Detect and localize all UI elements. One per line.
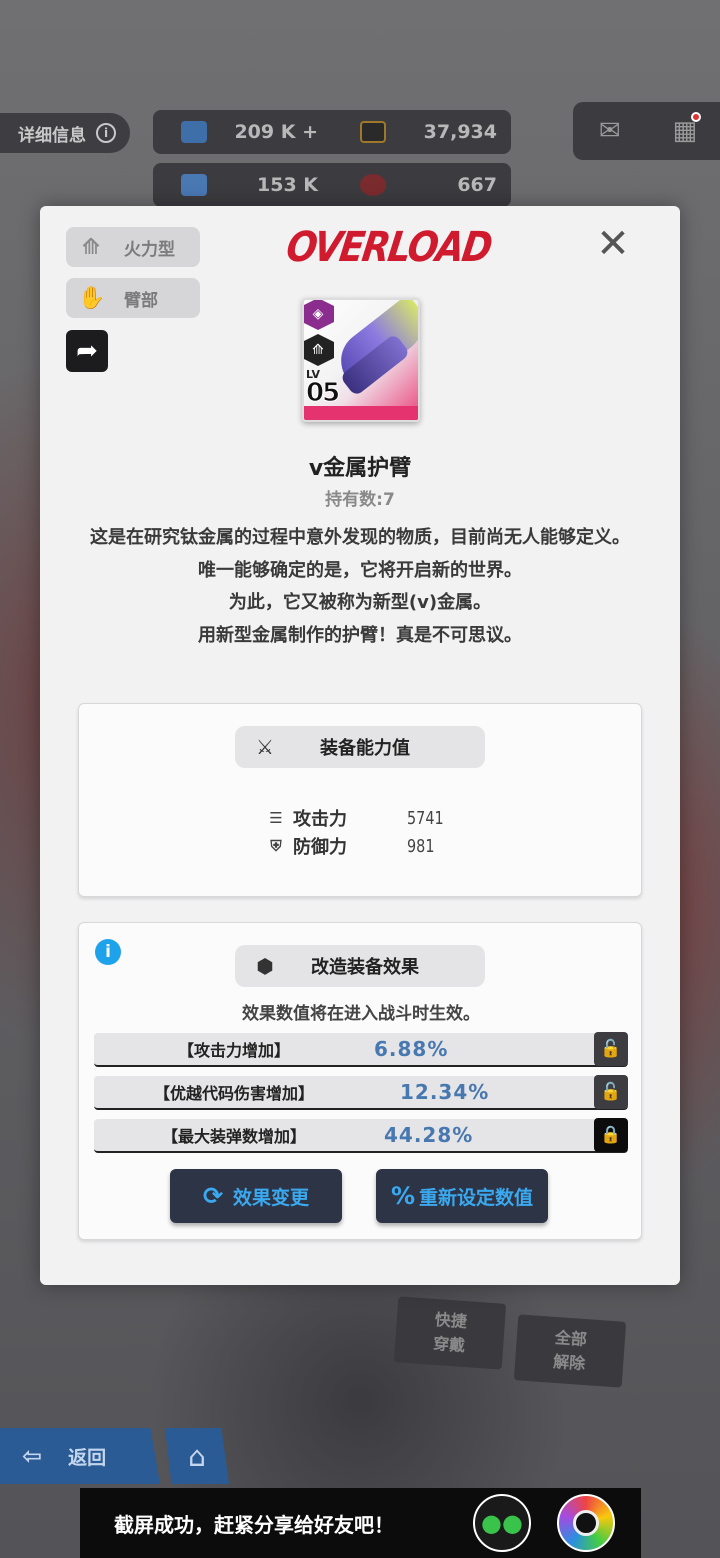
unequip-all-label: 全部 解除 (552, 1327, 588, 1374)
share-arrow-icon: ➦ (76, 336, 98, 366)
arm-part-icon: ✋ (78, 285, 106, 311)
cube-icon: ⬢ (256, 954, 274, 978)
resource-core[interactable]: 667 (332, 174, 511, 196)
stat-label: 攻击力 (293, 809, 347, 830)
resource-crystal[interactable]: 209 K + (153, 121, 332, 143)
effect-row: 【攻击力增加】 6.88% 🔓 (94, 1032, 628, 1067)
info-icon: i (96, 123, 116, 143)
gear-part-icon (181, 174, 207, 196)
core-icon (360, 174, 386, 196)
lock-icon[interactable]: 🔒 (594, 1118, 628, 1152)
mod-effects-panel: i ⬢ 改造装备效果 效果数值将在进入战斗时生效。 【攻击力增加】 6.88% … (78, 922, 642, 1240)
description-line: 唯一能够确定的是，它将开启新的世界。 (198, 559, 522, 581)
stat-row-defense: ⛨ 防御力 981 (263, 832, 463, 860)
description-line: 用新型金属制作的护臂！真是不可思议。 (198, 624, 522, 646)
change-effect-button[interactable]: ⟳ 效果变更 (170, 1169, 342, 1223)
quick-equip-button[interactable]: 快捷 穿戴 (393, 1296, 507, 1370)
attack-icon: ☰ (269, 809, 283, 827)
equip-stats-panel: ⚔ 装备能力值 ☰ 攻击力 5741 ⛨ 防御力 981 (78, 703, 642, 897)
tag-arm: ✋ 臂部 (66, 278, 200, 318)
tag-label: 火力型 (124, 239, 175, 260)
shield-icon: ⛨ (270, 837, 282, 855)
tag-firepower: ⟰ 火力型 (66, 227, 200, 267)
screenshot-toast: 截屏成功，赶紧分享给好友吧！ ●● (80, 1488, 641, 1558)
resource-ticket[interactable]: 37,934 (332, 121, 511, 143)
ticket-icon (360, 121, 386, 143)
quick-equip-label: 快捷 穿戴 (432, 1309, 468, 1356)
home-icon: ⌂ (188, 1439, 206, 1473)
share-button[interactable]: ➦ (66, 330, 108, 372)
unlock-icon[interactable]: 🔓 (594, 1032, 628, 1066)
reset-values-button[interactable]: % 重新设定数值 (376, 1169, 548, 1223)
detail-info-button[interactable]: 详细信息 i (0, 113, 130, 153)
effect-row: 【优越代码伤害增加】 12.34% 🔓 (94, 1075, 628, 1110)
refresh-icon: ⟳ (202, 1182, 224, 1210)
owned-count: 持有数:7 (325, 490, 395, 510)
effect-label: 【攻击力增加】 (177, 1041, 290, 1060)
home-button[interactable]: ⌂ (165, 1428, 229, 1484)
equipment-detail-modal: ⟰ 火力型 ✋ 臂部 ➦ OVERLOAD ✕ ◈ ⟰ LV 05 v金属护臂 … (40, 206, 680, 1285)
top-right-menu: ✉ ▦ (573, 102, 720, 160)
wechat-share-icon[interactable]: ●● (473, 1494, 531, 1552)
stat-value: 5741 (407, 807, 444, 829)
effect-row: 【最大装弹数增加】 44.28% 🔒 (94, 1118, 628, 1153)
unlock-icon[interactable]: 🔓 (594, 1075, 628, 1109)
level-value: 05 (305, 378, 340, 409)
item-name: v金属护臂 (308, 456, 412, 481)
change-effect-label: 效果变更 (233, 1186, 310, 1209)
back-button[interactable]: ⇦ 返回 (0, 1428, 160, 1484)
mod-effects-title: 改造装备效果 (311, 957, 419, 978)
effect-label: 【最大装弹数增加】 (161, 1127, 306, 1146)
equip-stats-header: ⚔ 装备能力值 (235, 726, 485, 768)
mail-icon[interactable]: ✉ (599, 116, 621, 146)
resource-value: 37,934 (423, 121, 497, 143)
percent-icon: % (390, 1182, 416, 1210)
tag-label: 臂部 (124, 290, 158, 311)
rarity-icon: ◈ (304, 300, 334, 330)
effect-value: 12.34% (400, 1080, 490, 1104)
firepower-type-icon: ⟰ (81, 234, 101, 260)
crossed-swords-icon: ⚔ (256, 735, 274, 759)
resource-bar-top: 209 K + 37,934 (153, 110, 511, 154)
notification-dot (691, 112, 701, 122)
mod-effects-note: 效果数值将在进入战斗时生效。 (242, 1004, 480, 1024)
crystal-icon (181, 121, 207, 143)
info-icon[interactable]: i (95, 939, 121, 965)
back-arrow-icon: ⇦ (22, 1442, 43, 1470)
reset-values-label: 重新设定数值 (419, 1186, 534, 1209)
stat-label: 防御力 (293, 837, 347, 858)
camera-share-icon[interactable] (557, 1494, 615, 1552)
unequip-all-button[interactable]: 全部 解除 (513, 1314, 627, 1388)
back-label: 返回 (68, 1446, 107, 1469)
effect-label: 【优越代码伤害增加】 (153, 1084, 314, 1103)
resource-value: 667 (457, 174, 497, 196)
effect-value: 6.88% (374, 1037, 449, 1061)
rarity-bar (304, 406, 418, 420)
effect-value: 44.28% (384, 1123, 474, 1147)
resource-value: 209 K + (234, 121, 318, 143)
close-button[interactable]: ✕ (594, 224, 632, 264)
resource-gear[interactable]: 153 K (153, 174, 332, 196)
overload-brand: OVERLOAD (283, 224, 494, 272)
equip-stats-title: 装备能力值 (320, 738, 410, 759)
detail-info-label: 详细信息 (18, 125, 86, 146)
stat-value: 981 (407, 835, 435, 857)
firepower-class-icon: ⟰ (304, 334, 334, 366)
resource-bar-bottom: 153 K 667 (153, 163, 511, 207)
mod-effects-header: ⬢ 改造装备效果 (235, 945, 485, 987)
item-description: 这是在研究钛金属的过程中意外发现的物质，目前尚无人能够定义。 唯一能够确定的是，… (78, 522, 642, 652)
description-line: 为此，它又被称为新型(v)金属。 (228, 592, 492, 613)
toast-message: 截屏成功，赶紧分享给好友吧！ (114, 1512, 394, 1537)
stat-row-attack: ☰ 攻击力 5741 (263, 804, 463, 832)
resource-value: 153 K (257, 174, 318, 196)
item-card: ◈ ⟰ LV 05 (302, 298, 420, 422)
description-line: 这是在研究钛金属的过程中意外发现的物质，目前尚无人能够定义。 (90, 527, 630, 548)
